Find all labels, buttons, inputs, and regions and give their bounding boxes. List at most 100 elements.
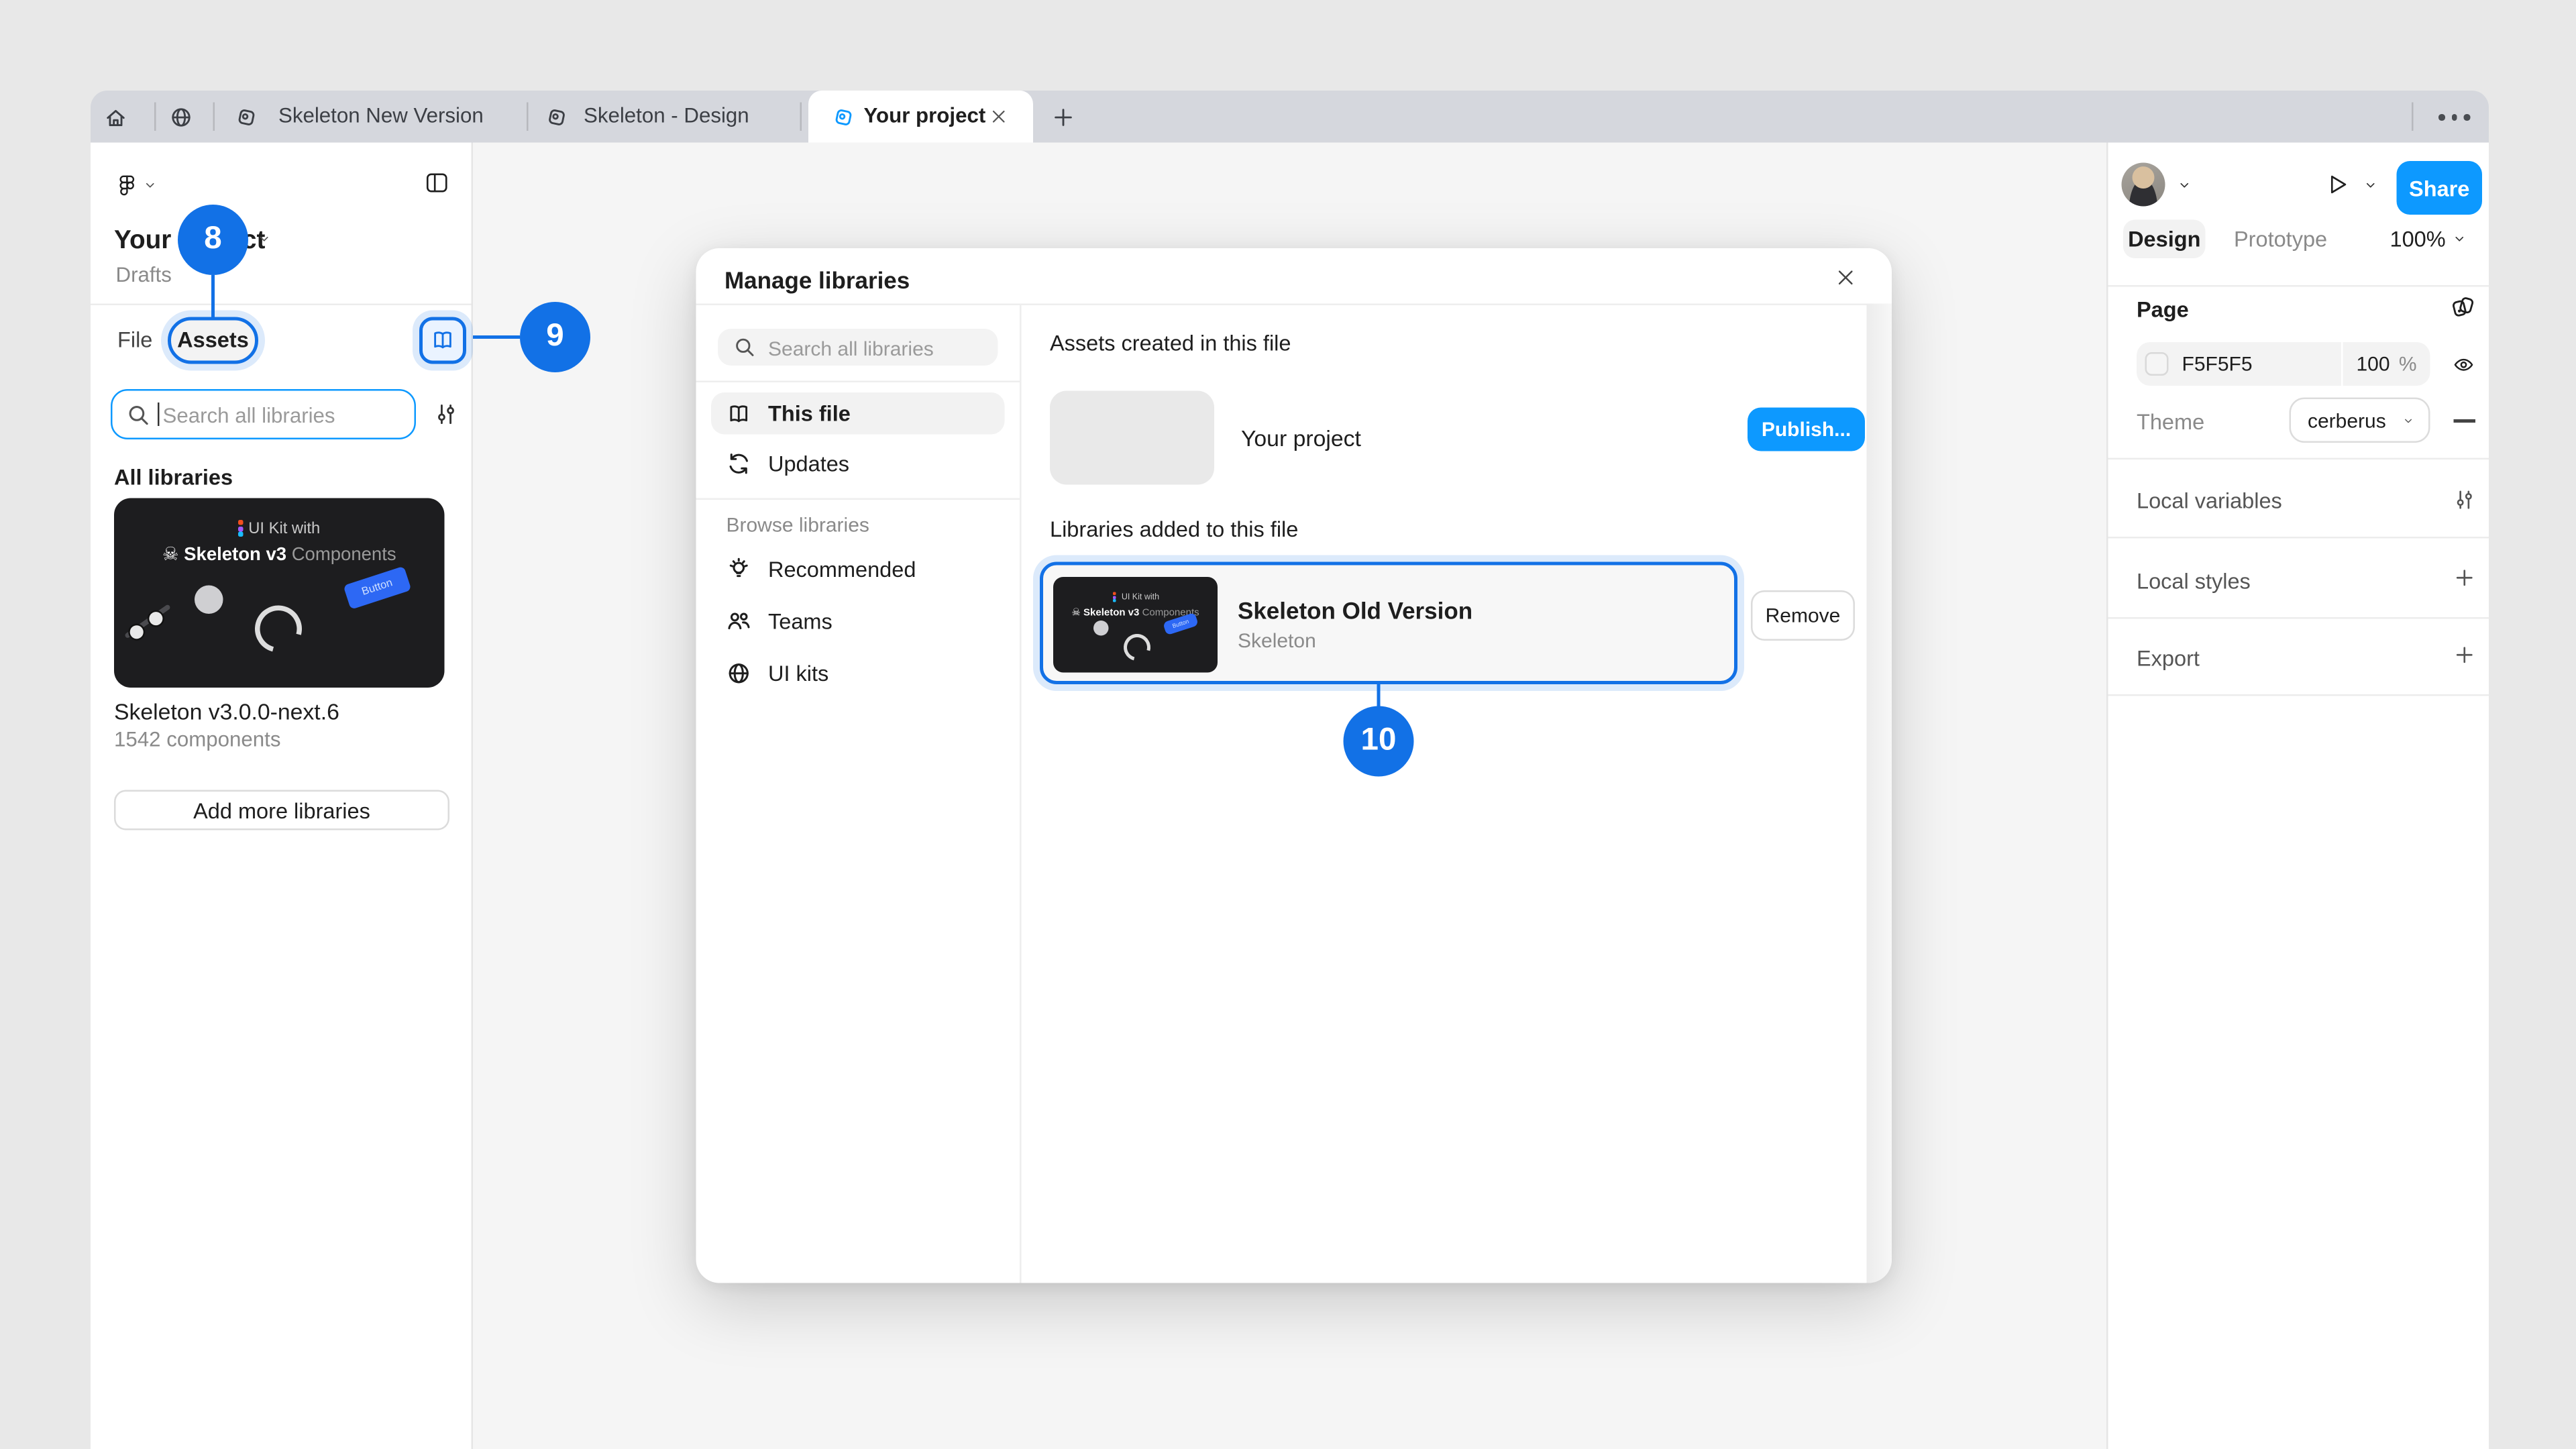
modal-scrollbar-gutter[interactable] — [1867, 304, 1892, 1283]
libraries-heading: Libraries added to this file — [1050, 517, 1298, 542]
library-row-team: Skeleton — [1238, 629, 1316, 653]
theme-value: cerberus — [2308, 409, 2386, 432]
libraries-book-button[interactable] — [419, 317, 466, 364]
page-section-label: Page — [2137, 297, 2189, 323]
theme-label: Theme — [2137, 409, 2204, 435]
thumb-spinner-decoration — [1119, 629, 1156, 666]
project-thumbnail-placeholder — [1050, 391, 1214, 485]
library-name: Skeleton v3.0.0-next.6 — [114, 700, 339, 725]
add-more-libraries-button[interactable]: Add more libraries — [114, 790, 449, 830]
thumb-line2: ☠ Skeleton v3 Components — [114, 543, 445, 566]
share-button[interactable]: Share — [2397, 161, 2483, 215]
skull-icon: ☠ — [1071, 609, 1080, 619]
styles-swatch-icon[interactable] — [2451, 294, 2476, 321]
color-hex[interactable]: F5F5F5 — [2182, 352, 2253, 376]
nav-teams[interactable]: Teams — [711, 600, 1005, 643]
figma-app: Skeleton New Version Skeleton - Design Y… — [0, 0, 2576, 1449]
close-icon[interactable] — [1835, 267, 1857, 289]
divider — [91, 304, 472, 306]
skull-icon: ☠ — [162, 545, 179, 566]
nav-recommended[interactable]: Recommended — [711, 549, 1005, 591]
modal-search-field[interactable] — [718, 329, 998, 366]
chevron-down-icon[interactable] — [257, 233, 272, 246]
modal-title: Manage libraries — [724, 267, 910, 294]
tab-your-project-active[interactable]: Your project — [808, 91, 1033, 143]
publish-button[interactable]: Publish... — [1748, 408, 1865, 451]
search-icon — [126, 402, 152, 428]
tab-divider — [800, 103, 802, 131]
tab-divider — [527, 103, 529, 131]
minus-icon[interactable] — [2454, 419, 2476, 423]
overflow-menu-icon[interactable] — [2438, 114, 2470, 120]
tab-divider — [213, 103, 215, 131]
annotation-badge-10: 10 — [1344, 706, 1414, 777]
left-sidebar: Your project Drafts File Assets — [91, 143, 473, 1449]
tab-prototype[interactable]: Prototype — [2234, 220, 2327, 259]
panel-toggle-icon[interactable] — [425, 171, 450, 195]
figma-file-icon — [832, 106, 855, 129]
search-input[interactable] — [160, 394, 401, 437]
thumb-spinner-decoration — [246, 597, 311, 661]
divider — [2108, 617, 2489, 619]
divider — [2108, 537, 2489, 539]
globe-icon[interactable] — [170, 106, 193, 129]
library-search-field[interactable] — [111, 389, 416, 439]
annotation-badge-8: 8 — [178, 205, 248, 275]
chevron-down-icon[interactable] — [143, 180, 158, 192]
browser-tab-bar: Skeleton New Version Skeleton - Design Y… — [91, 91, 2489, 143]
page-opacity-field[interactable]: 100 % — [2343, 342, 2430, 386]
thumb-avatar-decoration — [195, 586, 223, 614]
nav-updates[interactable]: Updates — [711, 443, 1005, 485]
nav-this-file[interactable]: This file — [711, 392, 1005, 435]
divider — [2108, 458, 2489, 460]
modal-search-input[interactable] — [765, 331, 989, 366]
plus-icon[interactable] — [2454, 644, 2476, 666]
open-book-icon — [727, 402, 752, 425]
figma-file-icon — [545, 106, 569, 129]
filter-sliders-icon[interactable] — [435, 401, 458, 428]
tab-assets[interactable]: Assets — [168, 317, 258, 364]
home-icon[interactable] — [104, 106, 127, 129]
refresh-icon — [727, 451, 752, 477]
thumb-line1: UI Kit with — [1053, 589, 1218, 606]
thumb-slider-decoration — [124, 604, 171, 639]
figma-logo-icon — [238, 521, 244, 537]
chevron-down-icon[interactable] — [2177, 180, 2192, 192]
divider — [696, 498, 1020, 500]
tab-label: Skeleton - Design — [584, 91, 749, 143]
chevron-down-icon — [2402, 415, 2415, 425]
project-name: Your project — [1241, 426, 1361, 451]
library-thumbnail[interactable]: UI Kit with ☠ Skeleton v3 Components But… — [114, 498, 445, 688]
local-variables-row[interactable]: Local variables — [2137, 488, 2282, 514]
page-color-field[interactable]: F5F5F5 — [2137, 342, 2341, 386]
divider — [696, 304, 1892, 306]
local-styles-row[interactable]: Local styles — [2137, 569, 2251, 594]
color-chip[interactable] — [2145, 352, 2169, 376]
people-icon — [727, 609, 752, 635]
filter-sliders-icon[interactable] — [2454, 486, 2476, 513]
opacity-unit: % — [2399, 352, 2417, 376]
close-icon[interactable] — [989, 107, 1008, 126]
export-row[interactable]: Export — [2137, 646, 2200, 672]
new-tab-plus-icon[interactable] — [1052, 106, 1075, 129]
eye-icon[interactable] — [2451, 354, 2477, 376]
remove-button[interactable]: Remove — [1751, 590, 1855, 641]
theme-dropdown[interactable]: cerberus — [2290, 398, 2430, 443]
chevron-down-icon[interactable] — [2363, 180, 2379, 192]
figma-logo-icon[interactable] — [116, 171, 138, 198]
tab-design[interactable]: Design — [2123, 220, 2206, 259]
plus-icon[interactable] — [2454, 567, 2476, 589]
divider — [696, 381, 1020, 383]
library-meta: 1542 components — [114, 728, 280, 751]
avatar[interactable] — [2122, 163, 2165, 207]
opacity-value[interactable]: 100 — [2357, 352, 2390, 376]
tab-divider — [154, 103, 156, 131]
library-row-skeleton-old-version[interactable]: UI Kit with ☠ Skeleton v3 Components But… — [1040, 562, 1737, 685]
nav-ui-kits[interactable]: UI kits — [711, 653, 1005, 695]
zoom-level[interactable]: 100% — [2390, 220, 2446, 259]
chevron-down-icon[interactable] — [2452, 233, 2467, 246]
tab-file[interactable]: File — [117, 317, 152, 364]
play-icon[interactable] — [2326, 171, 2350, 198]
browse-libraries-label: Browse libraries — [727, 513, 869, 537]
search-icon — [733, 335, 757, 359]
